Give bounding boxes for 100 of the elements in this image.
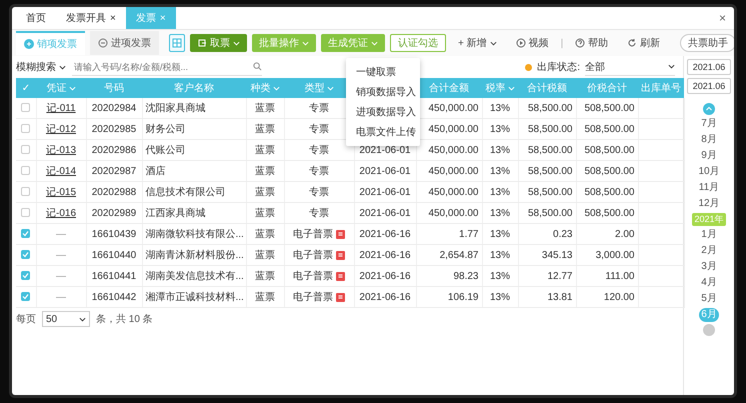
video-icon (516, 38, 526, 48)
table-cell: 江西家具商城 (142, 202, 246, 224)
table-cell: 湖南美发信息技术有... (142, 266, 246, 286)
add-button[interactable]: + 新增 (451, 34, 504, 52)
month-item[interactable]: 7月 (699, 117, 719, 131)
table-cell: 专票 (284, 160, 354, 182)
month-item[interactable]: 4月 (699, 276, 719, 290)
row-checkbox[interactable] (21, 187, 30, 196)
table-cell: 450,000.00 (416, 160, 482, 182)
row-checkbox[interactable] (21, 271, 30, 280)
table-cell: 450,000.00 (416, 140, 482, 160)
table-cell: 16610440 (86, 244, 142, 266)
table-cell: 2021-06-16 (354, 244, 416, 266)
month-item[interactable]: 5月 (699, 292, 719, 306)
table-cell: 2021-06-01 (354, 182, 416, 202)
refresh-button[interactable]: 刷新 (620, 34, 668, 52)
export-button[interactable] (169, 34, 185, 52)
tab[interactable]: 进项发票 (90, 31, 159, 55)
tab[interactable]: 首页 (16, 7, 56, 29)
search-mode-dropdown[interactable]: 模糊搜索 (16, 60, 66, 74)
table-cell: 98.23 (416, 266, 482, 286)
chevron-down-icon (668, 64, 675, 69)
year-tag: 2021年 (692, 213, 726, 226)
table-cell-text: 电子普票 (293, 248, 333, 262)
table-cell[interactable]: 记-015 (36, 182, 86, 202)
table-cell: 蓝票 (246, 140, 284, 160)
table-cell[interactable]: 记-013 (36, 140, 86, 160)
table-cell[interactable]: 记-012 (36, 118, 86, 140)
table-cell-text: 电子普票 (293, 270, 333, 283)
row-checkbox[interactable] (21, 103, 30, 112)
help-link[interactable]: 帮助 (568, 34, 616, 52)
table-cell: 蓝票 (246, 266, 284, 286)
table-cell: 2021-06-01 (354, 160, 416, 182)
table-cell: 20202986 (86, 140, 142, 160)
tab[interactable]: 发票开具 × (56, 7, 126, 29)
assistant-button[interactable]: 共票助手 (680, 34, 734, 52)
table-cell: 120.00 (576, 286, 638, 308)
close-button[interactable]: × (710, 11, 734, 25)
table-cell: 13% (482, 224, 518, 244)
month-item[interactable]: 9月 (699, 149, 719, 163)
table-cell: 蓝票 (246, 98, 284, 118)
table-cell[interactable]: 记-014 (36, 160, 86, 182)
month-item[interactable]: 1月 (699, 228, 719, 242)
row-checkbox[interactable] (21, 166, 30, 176)
video-link[interactable]: 视频 (508, 34, 556, 52)
month-item[interactable]: 11月 (696, 181, 722, 195)
table-cell: 13% (482, 286, 518, 308)
row-checkbox[interactable] (21, 208, 30, 218)
month-item[interactable]: 8月 (699, 133, 719, 147)
table-cell: 3,000.00 (576, 244, 638, 266)
table-cell: 508,500.00 (576, 160, 638, 182)
total-count: 条，共 10 条 (96, 312, 153, 326)
table-cell: 58,500.00 (518, 140, 576, 160)
month-item[interactable]: 12月 (696, 197, 722, 211)
table-cell: 13% (482, 160, 518, 182)
column-header: 号码 (86, 78, 142, 98)
chevron-down-icon (68, 86, 76, 90)
circle-icon[interactable] (703, 324, 715, 336)
page-size-dropdown[interactable]: 50 (42, 311, 90, 327)
search-field[interactable]: 请输入号码/名称/金额/税额... (72, 58, 262, 76)
table-cell: 20202984 (86, 98, 142, 118)
table-cell[interactable]: 记-016 (36, 202, 86, 224)
table-cell-text: 电子普票 (293, 228, 333, 241)
table-cell: 蓝票 (246, 182, 284, 202)
table-cell: 16610442 (86, 286, 142, 308)
table-cell: 13% (482, 118, 518, 140)
table-cell: 58,500.00 (518, 98, 576, 118)
table-cell: 湖南青沐新材料股份... (142, 244, 246, 266)
row-checkbox[interactable] (21, 229, 30, 238)
row-checkbox[interactable] (21, 292, 30, 302)
table-cell: 16610441 (86, 266, 142, 286)
table-cell: 湖南微软科技有限公... (142, 224, 246, 244)
table-cell[interactable]: 记-011 (36, 98, 86, 118)
column-header: 价税合计 (576, 78, 638, 98)
status-dropdown[interactable]: 全部 (585, 58, 675, 76)
date-field[interactable]: 2021.06 (687, 59, 731, 75)
row-checkbox[interactable] (21, 250, 30, 260)
row-checkbox[interactable] (21, 145, 30, 154)
column-header: 客户名称 (142, 78, 246, 98)
month-item[interactable]: 10月 (696, 165, 722, 179)
chevron-down-icon (508, 86, 514, 90)
date-field[interactable]: 2021.06 (687, 78, 731, 94)
row-checkbox[interactable] (21, 124, 30, 134)
table-cell: 508,500.00 (576, 98, 638, 118)
table-cell: 450,000.00 (416, 98, 482, 118)
table-cell: 2.00 (576, 224, 638, 244)
search-icon (253, 62, 262, 71)
grid-icon (172, 38, 182, 48)
close-icon[interactable]: × (110, 12, 116, 24)
table-cell: 蓝票 (246, 244, 284, 266)
status-dot (525, 64, 532, 70)
month-item[interactable]: 2月 (699, 244, 719, 258)
table-cell: 58,500.00 (518, 182, 576, 202)
chevron-down-icon (326, 86, 334, 90)
month-item[interactable]: 3月 (699, 260, 719, 274)
table-cell: 106.19 (416, 286, 482, 308)
chevron-down-icon (79, 316, 86, 322)
circle-icon[interactable] (703, 103, 715, 115)
table-cell: 508,500.00 (576, 140, 638, 160)
table-cell: 20202987 (86, 160, 142, 182)
